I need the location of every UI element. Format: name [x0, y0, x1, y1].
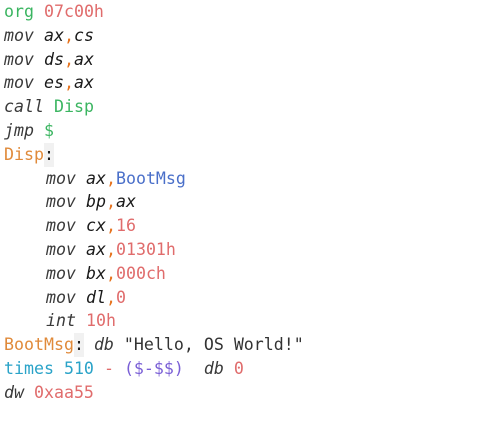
- register: cs: [73, 25, 94, 45]
- number-literal: 000ch: [115, 263, 166, 283]
- code-line[interactable]: int 10h: [4, 309, 304, 333]
- comma: ,: [63, 25, 74, 45]
- register: ax: [85, 168, 106, 188]
- instruction: mov: [46, 192, 76, 212]
- code-line[interactable]: mov es, ax: [4, 71, 304, 95]
- number-literal: 01301h: [115, 239, 176, 259]
- label-reference: Disp: [53, 97, 94, 117]
- directive-db: db: [203, 358, 224, 378]
- code-line[interactable]: org 07c00h: [4, 0, 304, 24]
- number-literal: 16: [115, 216, 136, 236]
- colon: :: [43, 142, 54, 167]
- register: ax: [73, 49, 94, 69]
- register: ax: [85, 239, 106, 259]
- register: ax: [43, 25, 64, 45]
- register: dl: [85, 287, 106, 307]
- instruction: mov: [46, 216, 76, 236]
- identifier: BootMsg: [115, 168, 186, 188]
- code-line[interactable]: dw 0xaa55: [4, 381, 304, 405]
- instruction: int: [46, 311, 76, 331]
- instruction: mov: [4, 73, 34, 93]
- instruction: call: [4, 97, 44, 117]
- comma: ,: [105, 239, 116, 259]
- number-literal: 0: [115, 287, 126, 307]
- comma: ,: [105, 216, 116, 236]
- code-line[interactable]: mov bp, ax: [4, 190, 304, 214]
- code-line[interactable]: mov dl, 0: [4, 286, 304, 310]
- instruction: mov: [4, 49, 34, 69]
- directive-dw: dw: [4, 382, 24, 402]
- instruction: mov: [46, 168, 76, 188]
- instruction: mov: [46, 287, 76, 307]
- code-line[interactable]: Disp:: [4, 142, 304, 167]
- string-literal: "Hello, OS World!": [123, 335, 304, 355]
- directive-db: db: [93, 335, 114, 355]
- code-line[interactable]: mov ax, 01301h: [4, 238, 304, 262]
- comma: ,: [105, 192, 116, 212]
- number-literal: 0: [233, 358, 244, 378]
- instruction: jmp: [4, 120, 34, 140]
- comma: ,: [105, 263, 116, 283]
- code-line[interactable]: mov cx, 16: [4, 214, 304, 238]
- number-literal: 10h: [85, 311, 116, 331]
- number-literal: 510: [63, 358, 94, 378]
- expression: ($-$$): [123, 358, 184, 378]
- register: cx: [85, 216, 106, 236]
- comma: ,: [63, 73, 74, 93]
- code-line[interactable]: BootMsg: db "Hello, OS World!": [4, 333, 304, 357]
- operator: -: [103, 358, 114, 378]
- code-editor[interactable]: org 07c00h mov ax, cs mov ds, ax mov es, ax cal…: [4, 0, 304, 405]
- code-line[interactable]: mov ax, BootMsg: [4, 167, 304, 191]
- register: bx: [85, 263, 106, 283]
- number-literal: 07c00h: [43, 2, 104, 21]
- comma: ,: [63, 49, 74, 69]
- code-line[interactable]: call Disp: [4, 95, 304, 119]
- number-literal: 0xaa55: [33, 382, 94, 402]
- register: es: [43, 73, 64, 93]
- instruction: mov: [4, 25, 34, 45]
- code-line[interactable]: times 510 - ($-$$) db 0: [4, 357, 304, 381]
- register: ax: [115, 192, 136, 212]
- comma: ,: [105, 168, 116, 188]
- instruction: mov: [46, 263, 76, 283]
- label-definition: BootMsg: [4, 335, 74, 355]
- register: bp: [85, 192, 106, 212]
- code-line[interactable]: jmp $: [4, 119, 304, 143]
- comma: ,: [105, 287, 116, 307]
- code-line[interactable]: mov bx, 000ch: [4, 262, 304, 286]
- directive-times: times: [4, 358, 54, 378]
- label-definition: Disp: [4, 144, 44, 164]
- register: ds: [43, 49, 64, 69]
- current-address-symbol: $: [43, 120, 54, 140]
- directive-org: org: [4, 2, 34, 21]
- code-line[interactable]: mov ax, cs: [4, 24, 304, 48]
- register: ax: [73, 73, 94, 93]
- colon: :: [73, 333, 84, 357]
- code-line[interactable]: mov ds, ax: [4, 48, 304, 72]
- instruction: mov: [46, 239, 76, 259]
